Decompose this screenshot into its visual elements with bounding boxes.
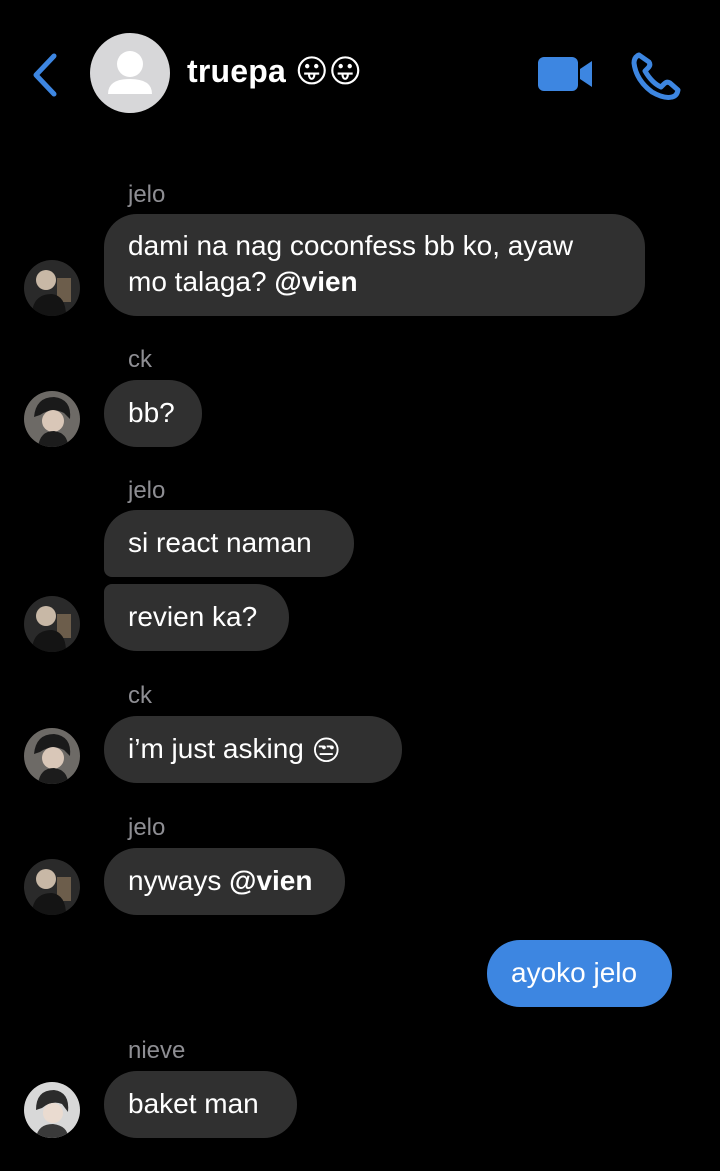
phone-icon bbox=[631, 52, 681, 100]
message-bubble[interactable]: revien ka? bbox=[104, 584, 289, 651]
message-text: nyways bbox=[128, 865, 222, 896]
message-text: ayoko jelo bbox=[511, 957, 638, 988]
message-text: baket man bbox=[128, 1088, 259, 1119]
outgoing-message-bubble[interactable]: ayoko jelo bbox=[487, 940, 672, 1007]
sender-name: jelo bbox=[128, 477, 166, 504]
message-text: dami na nag coconfess bb ko, ayaw bbox=[128, 230, 574, 261]
message-text: revien ka? bbox=[128, 601, 258, 632]
chat-title[interactable]: truepa 😛😛 bbox=[187, 52, 362, 90]
sender-name: jelo bbox=[128, 814, 166, 841]
message-bubble[interactable]: nyways @vien bbox=[104, 848, 345, 915]
avatar-jelo[interactable] bbox=[24, 596, 80, 652]
chevron-left-icon bbox=[33, 53, 57, 97]
avatar-nieve[interactable] bbox=[24, 1082, 80, 1138]
chat-title-text: truepa bbox=[187, 53, 286, 89]
avatar-jelo[interactable] bbox=[24, 260, 80, 316]
sender-name: nieve bbox=[128, 1037, 186, 1064]
group-avatar[interactable] bbox=[90, 33, 170, 113]
back-button[interactable] bbox=[28, 50, 68, 100]
person-icon bbox=[108, 51, 152, 94]
message-bubble[interactable]: si react naman bbox=[104, 510, 354, 577]
avatar-ck[interactable] bbox=[24, 728, 80, 784]
message-text: i’m just asking bbox=[128, 733, 304, 764]
chat-header: truepa 😛😛 bbox=[0, 0, 720, 150]
message-text: mo talaga? bbox=[128, 266, 267, 297]
message-text: si react naman bbox=[128, 527, 312, 558]
sender-name: ck bbox=[128, 346, 152, 373]
avatar-jelo[interactable] bbox=[24, 859, 80, 915]
video-camera-icon bbox=[538, 57, 592, 91]
unamused-emoji: 😒 bbox=[311, 734, 341, 766]
message-bubble[interactable]: dami na nag coconfess bb ko, ayaw mo tal… bbox=[104, 214, 645, 316]
voice-call-button[interactable] bbox=[630, 50, 682, 100]
message-bubble[interactable]: i’m just asking 😒 bbox=[104, 716, 402, 783]
sender-name: jelo bbox=[128, 181, 166, 208]
message-text: bb? bbox=[128, 397, 175, 428]
sender-name: ck bbox=[128, 682, 152, 709]
message-bubble[interactable]: bb? bbox=[104, 380, 202, 447]
tongue-emoji: 😛😛 bbox=[295, 53, 363, 89]
mention[interactable]: @vien bbox=[229, 865, 312, 896]
message-bubble[interactable]: baket man bbox=[104, 1071, 297, 1138]
avatar-ck[interactable] bbox=[24, 391, 80, 447]
mention[interactable]: @vien bbox=[274, 266, 357, 297]
video-call-button[interactable] bbox=[536, 54, 594, 94]
